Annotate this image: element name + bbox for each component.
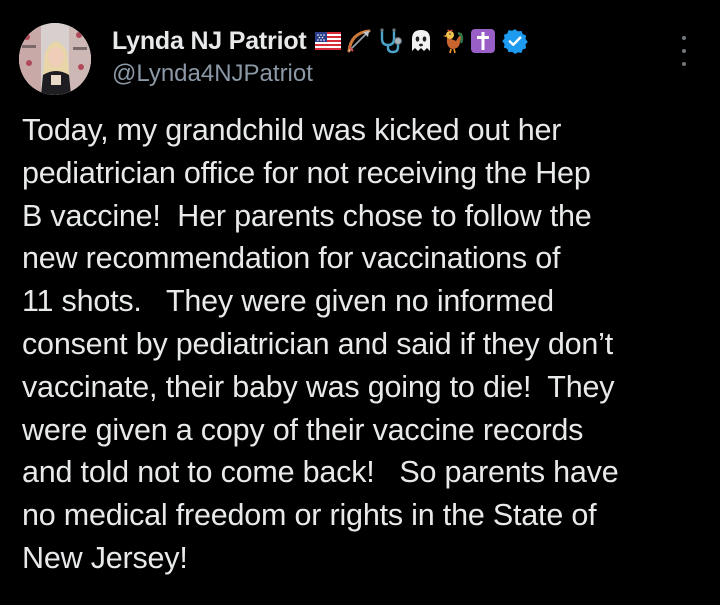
post-text-line: no medical freedom or rights in the Stat… (22, 498, 597, 533)
us-flag-icon (314, 27, 342, 55)
post-card: Lynda NJ Patriot @Lynda4NJPatriot Today,… (0, 0, 720, 605)
author-display-name[interactable]: Lynda NJ Patriot (112, 27, 307, 56)
stethoscope-icon (376, 27, 404, 55)
post-text: Today, my grandchild was kicked out her … (22, 109, 712, 580)
more-dot (682, 36, 686, 40)
post-text-line: Today, my grandchild was kicked out her (22, 113, 562, 147)
more-dot (682, 62, 686, 66)
post-text-line: new recommendation for vaccinations of (22, 241, 561, 276)
post-text-line: consent by pediatrician and said if they… (22, 326, 614, 361)
post-text-line: were given a copy of their vaccine recor… (22, 412, 584, 447)
post-text-line: 11 shots. They were given no informed (22, 284, 554, 319)
author-handle[interactable]: @Lynda4NJPatriot (112, 60, 313, 88)
author-name-row: Lynda NJ Patriot (112, 24, 528, 58)
name-emojis (314, 27, 500, 55)
post-text-line: vaccinate, their baby was going to die! … (22, 369, 615, 404)
bow-and-arrow-icon (345, 27, 373, 55)
post-text-line: pediatrician office for not receiving th… (22, 155, 591, 190)
avatar-image (19, 23, 91, 95)
post-text-line: B vaccine! Her parents chose to follow t… (22, 198, 592, 233)
post-text-line: and told not to come back! So parents ha… (22, 455, 619, 490)
latin-cross-icon (469, 27, 497, 55)
more-options-icon[interactable] (672, 36, 696, 66)
more-dot (682, 49, 686, 53)
rooster-icon (438, 27, 466, 55)
ghost-icon (407, 27, 435, 55)
avatar[interactable] (19, 23, 91, 95)
verified-badge-icon[interactable] (501, 28, 528, 54)
post-text-line: New Jersey! (22, 540, 188, 575)
